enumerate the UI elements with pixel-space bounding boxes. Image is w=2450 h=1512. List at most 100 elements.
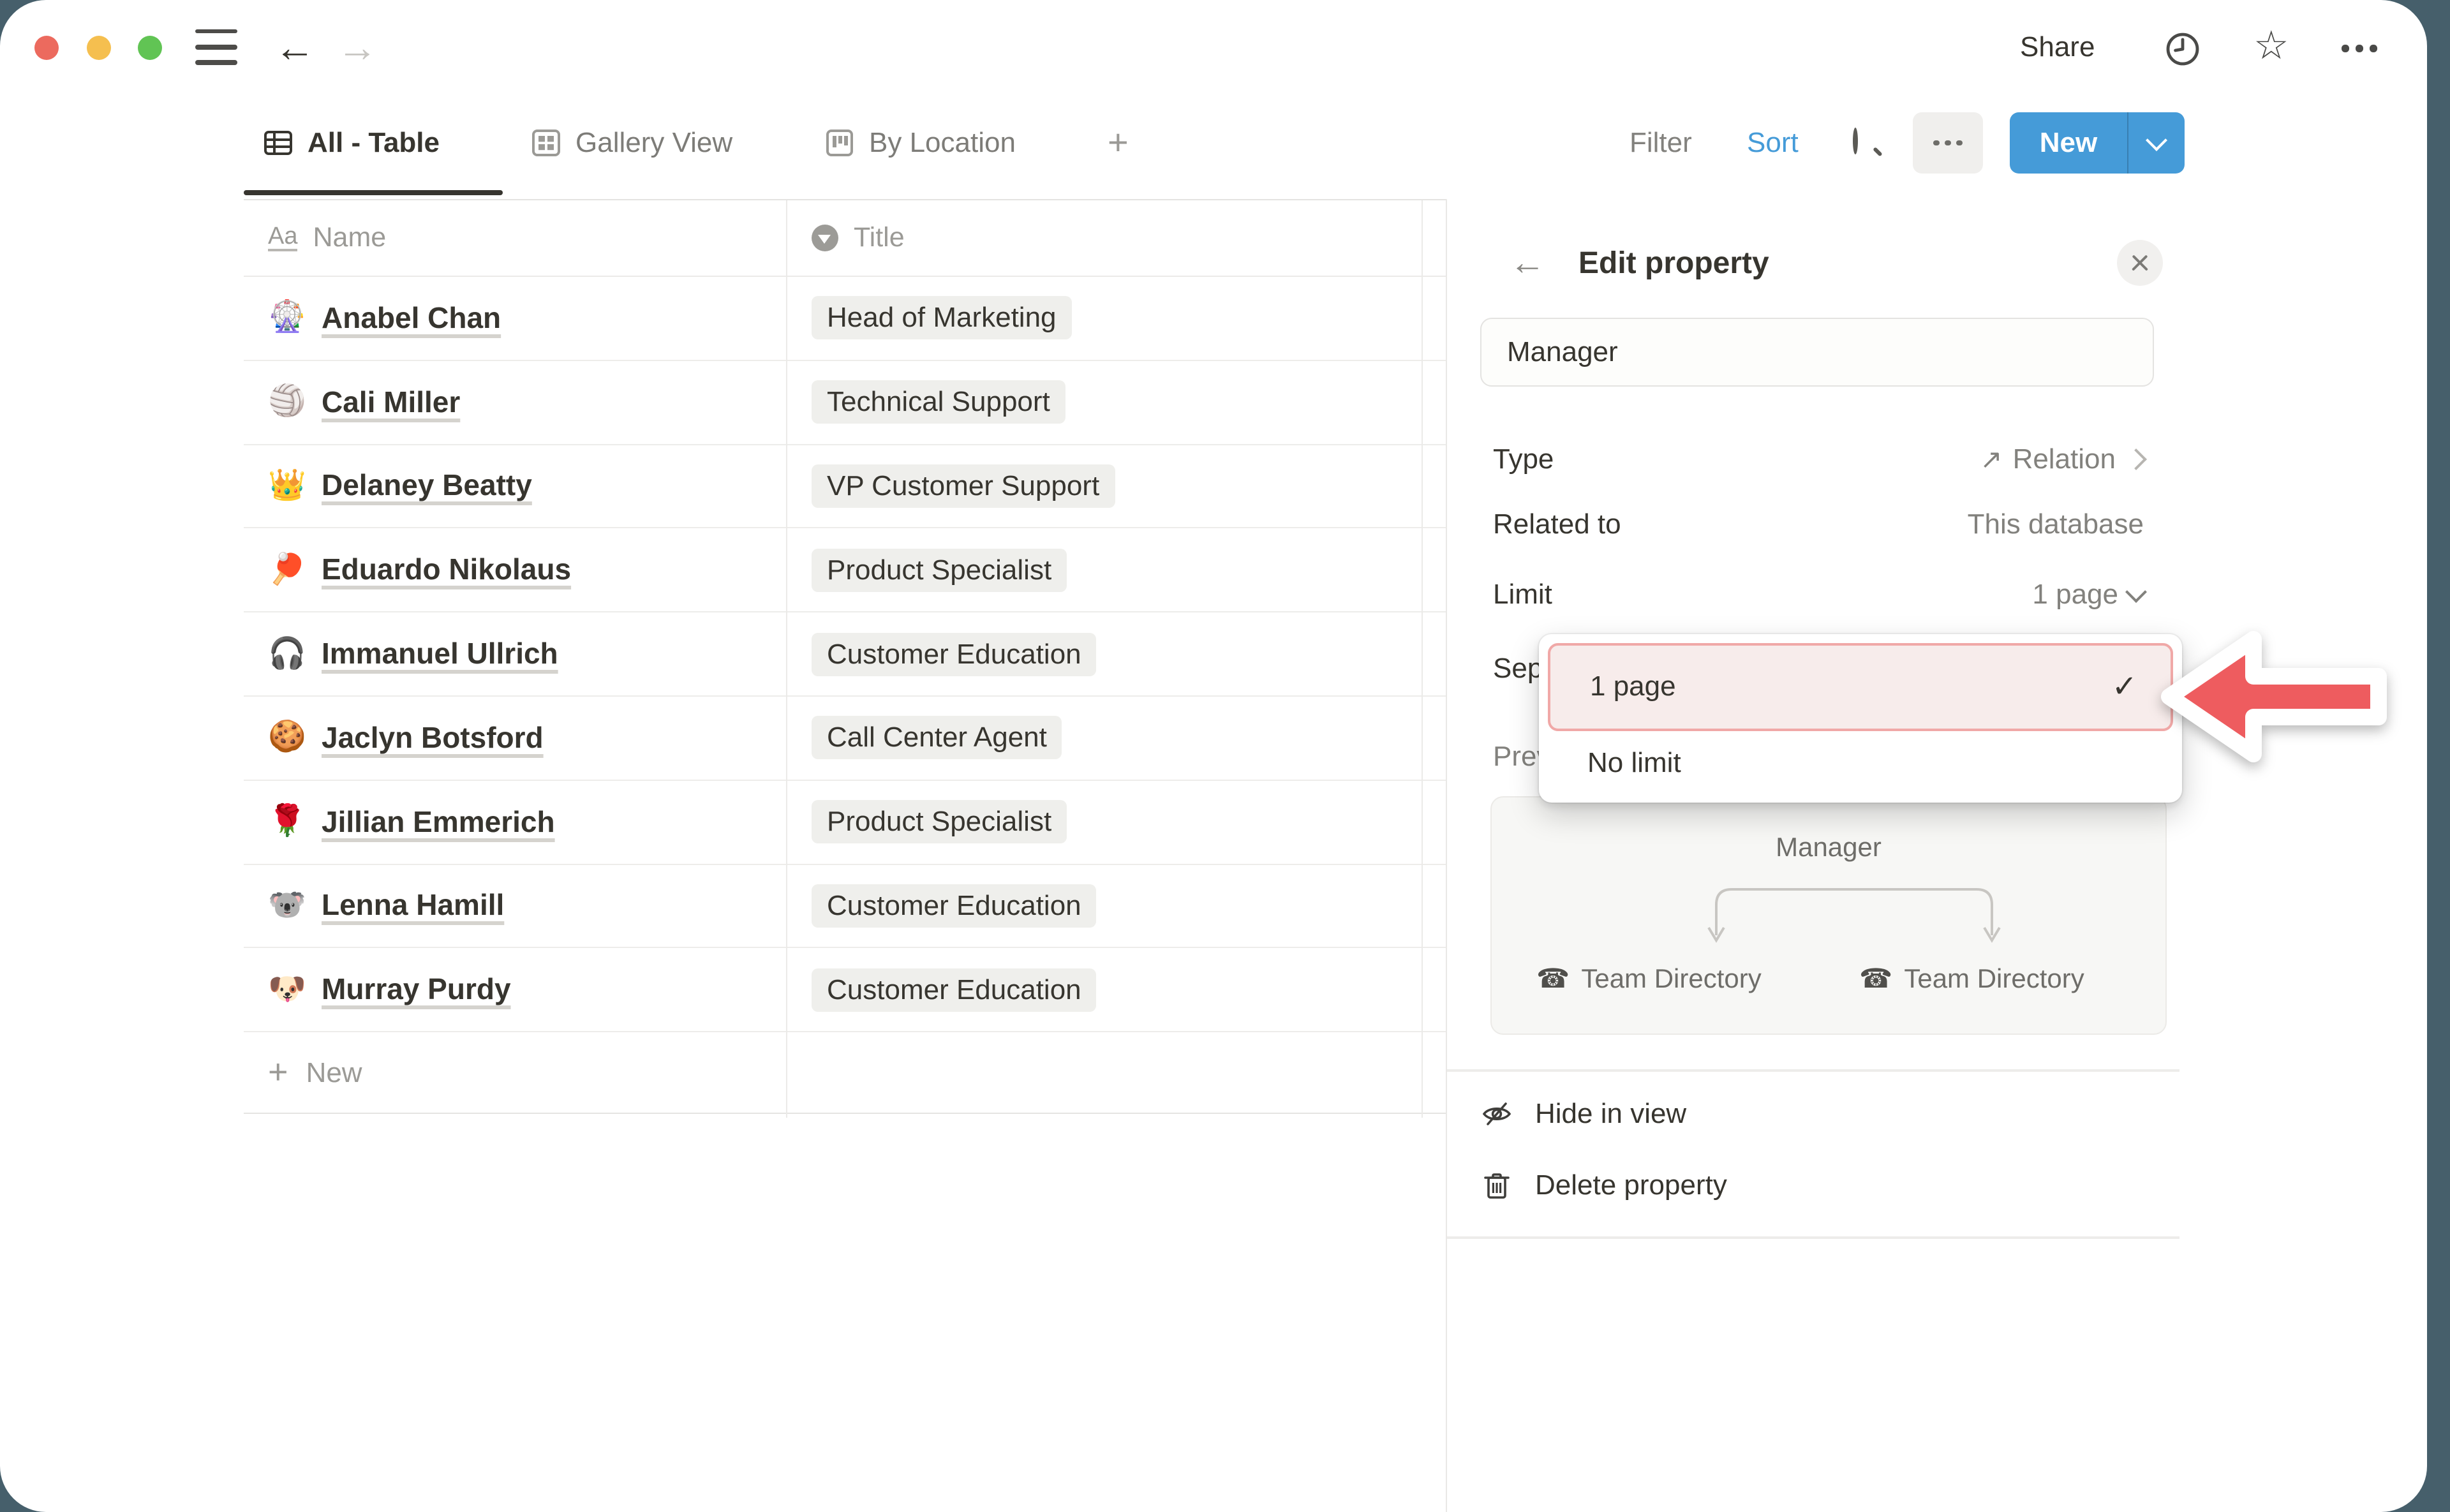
forward-icon[interactable]: → [337, 27, 378, 68]
page-name-link[interactable]: Lenna Hamill [322, 889, 504, 923]
tab-label: All - Table [308, 126, 440, 159]
name-cell[interactable]: 🎧 Immanuel Ullrich [244, 612, 786, 695]
property-name-value: Manager [1507, 336, 1618, 369]
page-name-link[interactable]: Cali Miller [322, 385, 460, 419]
close-window-button[interactable] [34, 36, 59, 60]
new-dropdown-chevron-icon[interactable] [2128, 112, 2185, 174]
favorite-star-icon[interactable]: ☆ [2253, 26, 2289, 65]
title-cell[interactable]: Product Specialist [786, 529, 1422, 612]
updates-clock-icon[interactable] [2164, 31, 2201, 68]
name-cell[interactable]: 🐶 Murray Purdy [244, 949, 786, 1032]
tab-by-location[interactable]: By Location [823, 126, 1016, 159]
table-row[interactable]: 🍪 Jaclyn Botsford Call Center Agent [244, 697, 1446, 781]
table-header-row: Aa Name Title [244, 200, 1446, 277]
view-options-button[interactable] [1913, 112, 1983, 174]
table-row[interactable]: 🎧 Immanuel Ullrich Customer Education [244, 612, 1446, 697]
add-view-icon[interactable]: + [1108, 122, 1129, 163]
page-name-link[interactable]: Eduardo Nikolaus [322, 553, 571, 588]
title-tag: VP Customer Support [812, 464, 1115, 508]
page-name-link[interactable]: Delaney Beatty [322, 469, 532, 503]
minimize-window-button[interactable] [87, 36, 111, 60]
title-tag: Technical Support [812, 380, 1065, 424]
title-cell[interactable]: Technical Support [786, 361, 1422, 444]
page-name-link[interactable]: Jillian Emmerich [322, 804, 555, 839]
option-label: No limit [1587, 746, 1681, 779]
screen: ← → Share ☆ All - Table Gallery View [0, 0, 2450, 1512]
column-divider[interactable] [786, 200, 787, 1118]
active-tab-underline [244, 190, 503, 195]
panel-back-icon[interactable]: ← [1510, 242, 1545, 283]
title-column-header[interactable]: Title [786, 200, 1422, 276]
title-cell[interactable]: Customer Education [786, 612, 1422, 695]
preview-team-directory-right: ☎ Team Directory [1859, 963, 2084, 995]
new-row-label: New [306, 1056, 362, 1089]
tab-all-table[interactable]: All - Table [262, 126, 440, 159]
sidebar-menu-icon[interactable] [195, 29, 237, 65]
page-emoji-icon: 🐨 [268, 891, 306, 921]
name-cell[interactable]: 🎡 Anabel Chan [244, 277, 786, 360]
sort-button[interactable]: Sort [1747, 126, 1799, 159]
preview-team-directory-left: ☎ Team Directory [1536, 963, 1762, 995]
property-name-input[interactable]: Manager [1480, 318, 2154, 387]
table-row[interactable]: 🐶 Murray Purdy Customer Education [244, 949, 1446, 1033]
name-cell[interactable]: 🌹 Jillian Emmerich [244, 781, 786, 864]
option-1-page[interactable]: 1 page ✓ [1548, 642, 2173, 730]
title-tag: Product Specialist [812, 800, 1067, 843]
share-button[interactable]: Share [2020, 31, 2095, 64]
gallery-view-icon [530, 126, 563, 159]
name-header-label: Name [313, 222, 387, 254]
search-icon[interactable] [1853, 130, 1858, 153]
table-row[interactable]: 🐨 Lenna Hamill Customer Education [244, 864, 1446, 949]
page-name-link[interactable]: Anabel Chan [322, 301, 501, 336]
title-tag: Customer Education [812, 884, 1097, 928]
hide-in-view-button[interactable]: Hide in view [1480, 1088, 2144, 1139]
table-row[interactable]: 🏐 Cali Miller Technical Support [244, 361, 1446, 445]
table-row[interactable]: 👑 Delaney Beatty VP Customer Support [244, 445, 1446, 529]
page-emoji-icon: 🌹 [268, 806, 306, 837]
title-cell[interactable]: Call Center Agent [786, 697, 1422, 780]
title-header-label: Title [854, 222, 905, 254]
title-cell[interactable]: Customer Education [786, 949, 1422, 1032]
related-to-field-row[interactable]: Related to This database [1480, 499, 2144, 550]
option-label: 1 page [1590, 670, 1676, 703]
separate-label-clipped: Sep [1493, 652, 1544, 685]
panel-section-divider [1447, 1069, 2179, 1071]
type-label: Type [1493, 443, 1554, 476]
back-icon[interactable]: ← [274, 27, 315, 68]
table-row[interactable]: 🏓 Eduardo Nikolaus Product Specialist [244, 529, 1446, 613]
name-column-header[interactable]: Aa Name [244, 200, 786, 276]
page-name-link[interactable]: Immanuel Ullrich [322, 637, 558, 671]
new-row-button[interactable]: + New [244, 1032, 1446, 1114]
zoom-window-button[interactable] [138, 36, 162, 60]
table-body: 🎡 Anabel Chan Head of Marketing 🏐 Cali M… [244, 277, 1446, 1032]
type-field-row[interactable]: Type ↗ Relation [1480, 434, 2144, 485]
eye-off-icon [1480, 1097, 1513, 1130]
table-view-icon [262, 126, 295, 159]
trash-icon [1480, 1169, 1513, 1202]
window-more-icon[interactable] [2342, 45, 2377, 52]
panel-close-icon[interactable] [2117, 240, 2163, 286]
text-property-icon: Aa [268, 224, 298, 252]
title-cell[interactable]: Product Specialist [786, 781, 1422, 864]
name-cell[interactable]: 👑 Delaney Beatty [244, 445, 786, 528]
table-row[interactable]: 🎡 Anabel Chan Head of Marketing [244, 277, 1446, 361]
tab-label: By Location [869, 126, 1016, 159]
limit-field-row[interactable]: Limit 1 page [1480, 569, 2144, 620]
name-cell[interactable]: 🏐 Cali Miller [244, 361, 786, 444]
new-button[interactable]: New [2010, 112, 2185, 174]
filter-button[interactable]: Filter [1630, 126, 1692, 159]
name-cell[interactable]: 🐨 Lenna Hamill [244, 864, 786, 947]
table-row[interactable]: 🌹 Jillian Emmerich Product Specialist [244, 781, 1446, 865]
page-name-link[interactable]: Murray Purdy [322, 973, 511, 1007]
title-cell[interactable]: Head of Marketing [786, 277, 1422, 360]
name-cell[interactable]: 🍪 Jaclyn Botsford [244, 697, 786, 780]
tab-gallery-view[interactable]: Gallery View [530, 126, 732, 159]
callout-arrow-icon [2157, 625, 2391, 768]
page-name-link[interactable]: Jaclyn Botsford [322, 721, 544, 755]
delete-property-button[interactable]: Delete property [1480, 1160, 2144, 1211]
title-tag: Customer Education [812, 632, 1097, 676]
option-no-limit[interactable]: No limit [1548, 730, 2173, 794]
title-cell[interactable]: VP Customer Support [786, 445, 1422, 528]
name-cell[interactable]: 🏓 Eduardo Nikolaus [244, 529, 786, 612]
title-cell[interactable]: Customer Education [786, 864, 1422, 947]
